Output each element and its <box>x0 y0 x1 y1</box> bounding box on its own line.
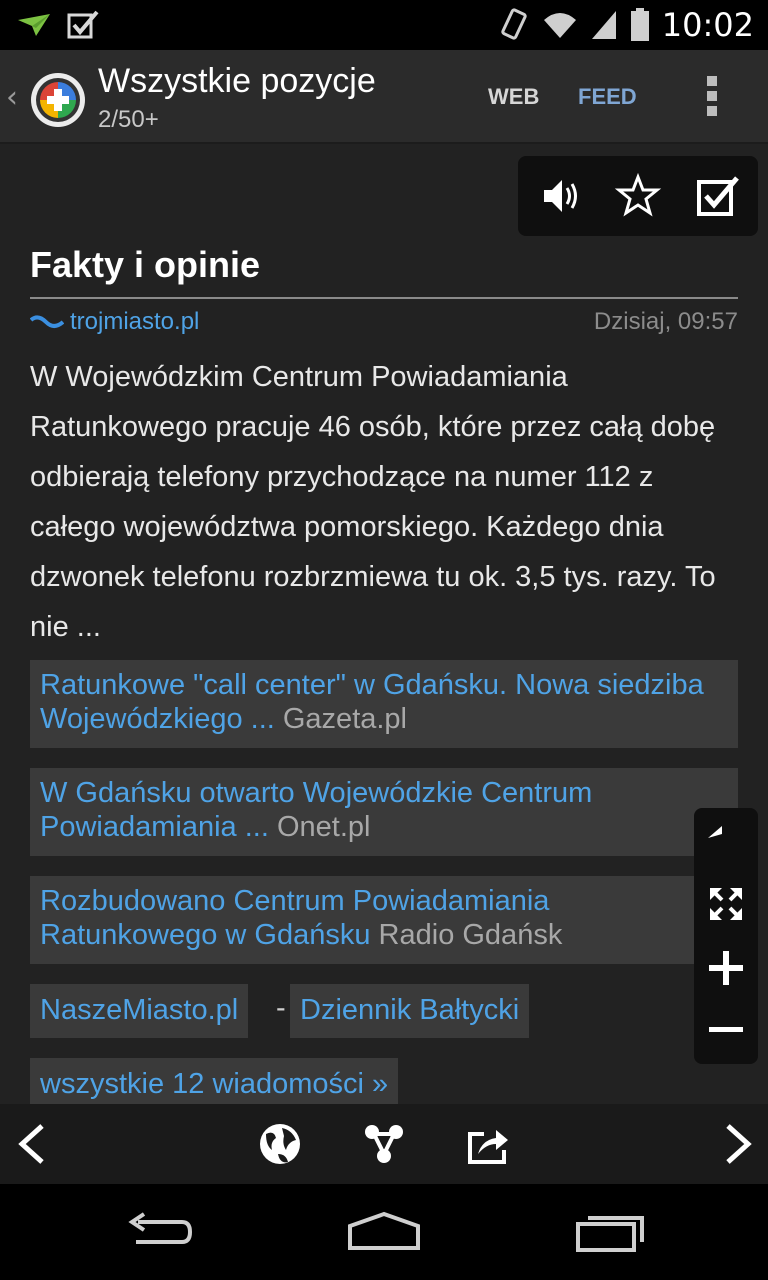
tab-feed[interactable]: FEED <box>578 84 637 110</box>
article-body: W Wojewódzkim Centrum Powiadamiania Ratu… <box>30 361 716 643</box>
checkbox-icon[interactable] <box>694 172 742 220</box>
up-navigation-icon[interactable]: ‹ <box>6 80 18 115</box>
overflow-menu-icon[interactable] <box>700 76 724 122</box>
related-article-source: Onet.pl <box>276 811 371 843</box>
article-date: Dzisiaj, 09:57 <box>593 308 738 335</box>
related-article-link[interactable]: W Gdańsku otwarto Wojewódzkie Centrum Po… <box>30 768 738 856</box>
star-icon[interactable] <box>614 172 662 220</box>
vibrate-icon <box>501 8 527 40</box>
previous-icon[interactable] <box>10 1120 58 1168</box>
title-divider <box>30 297 738 299</box>
share-graph-icon[interactable] <box>360 1120 408 1168</box>
system-navigation-bar <box>0 1184 768 1280</box>
send-notification-icon <box>18 14 50 36</box>
related-article-link[interactable]: Rozbudowano Centrum Powiadamiania Ratunk… <box>30 876 738 964</box>
plus-icon[interactable] <box>704 946 748 990</box>
status-left-icons <box>16 8 100 42</box>
app-title: Wszystkie pozycje <box>98 62 376 100</box>
next-icon[interactable] <box>712 1120 760 1168</box>
article-actions <box>518 156 758 236</box>
source-chip-naszemiasto[interactable]: NaszeMiasto.pl <box>30 984 249 1038</box>
bottom-toolbar <box>0 1104 768 1184</box>
signal-icon <box>591 11 616 39</box>
status-bar: 10:02 <box>0 0 768 50</box>
home-icon[interactable] <box>346 1208 422 1256</box>
status-right-icons: 10:02 <box>498 5 754 45</box>
tab-web[interactable]: WEB <box>488 84 539 110</box>
zoom-panel <box>694 808 758 1064</box>
wifi-icon <box>543 13 576 38</box>
related-article-link[interactable]: Ratunkowe "call center" w Gdańsku. Nowa … <box>30 660 738 748</box>
related-article-source: Radio Gdańsk <box>378 919 563 951</box>
back-icon[interactable] <box>124 1208 196 1256</box>
source-chip-dziennik-baltycki[interactable]: Dziennik Bałtycki <box>290 984 530 1038</box>
app-bar: ‹ Wszystkie pozycje 2/50+ WEB FEED <box>0 50 768 144</box>
checkbox-notification-icon <box>67 10 99 39</box>
battery-icon <box>630 8 649 41</box>
globe-icon[interactable] <box>256 1120 304 1168</box>
fullscreen-icon[interactable] <box>704 882 748 926</box>
article-title: Fakty i opinie <box>30 244 261 285</box>
all-news-link[interactable]: wszystkie 12 wiadomości » <box>30 1058 399 1110</box>
related-article-source: Gazeta.pl <box>282 703 408 735</box>
source-separator: - <box>276 992 286 1024</box>
app-subtitle: 2/50+ <box>98 106 159 133</box>
source-logo-icon <box>30 315 64 328</box>
app-logo-icon[interactable] <box>30 72 86 128</box>
recents-icon[interactable] <box>574 1208 646 1256</box>
minus-icon[interactable] <box>704 1008 748 1052</box>
status-clock: 10:02 <box>661 6 754 44</box>
reply-icon[interactable] <box>704 818 748 862</box>
article-source-link[interactable]: trojmiasto.pl <box>70 308 199 336</box>
article-source-row: trojmiasto.pl Dzisiaj, 09:57 <box>30 306 738 338</box>
speaker-icon[interactable] <box>536 172 584 220</box>
export-icon[interactable] <box>464 1120 512 1168</box>
